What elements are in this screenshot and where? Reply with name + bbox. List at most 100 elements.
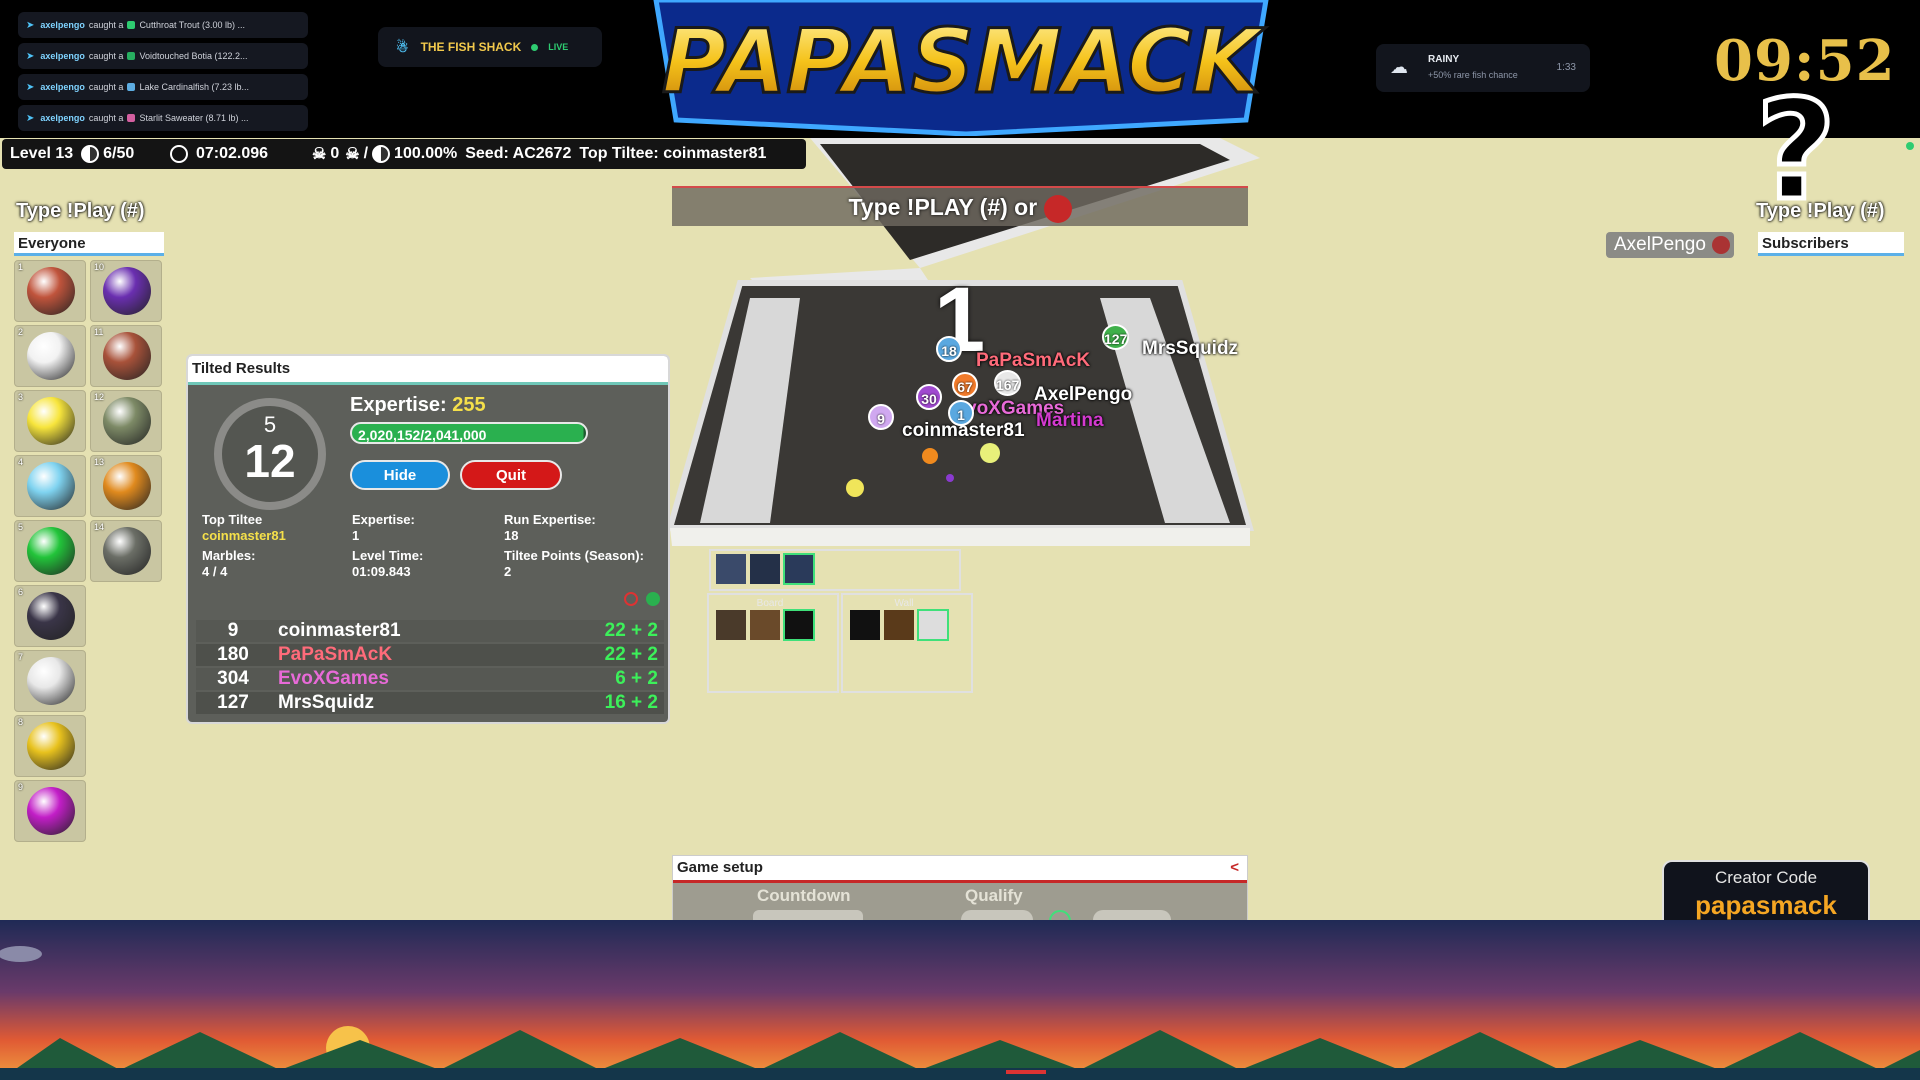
marble-slot: 12 [90, 390, 162, 452]
game-setup-title: Game setup [677, 859, 763, 876]
fish-icon: ➤ [26, 81, 35, 93]
survival-percent: 100.00% [394, 145, 458, 162]
player-name-label: Martina [1036, 410, 1104, 431]
catch-fish: Starlit Saweater (8.71 lb) ... [139, 113, 249, 123]
seed-label: Seed: AC2672 [465, 145, 572, 162]
top-bar: ➤ axelpengo caught a Cutthroat Trout (3.00 … [0, 0, 1920, 138]
fish-icon: ➤ [26, 50, 35, 62]
expertise-progress-bar: 2,020,152/2,041,000 [350, 422, 588, 444]
stat-level-time: Level Time: 01:09.843 [352, 548, 423, 580]
marble-slot-number: 7 [18, 652, 24, 662]
tab-everyone[interactable]: Everyone [14, 232, 164, 256]
stat-tiltee-points: Tiltee Points (Season): 2 [504, 548, 644, 580]
expertise-header: Expertise: 255 [350, 394, 486, 417]
marble-slot: 7 [14, 650, 86, 712]
run-timer: 07:02.096 [196, 145, 269, 162]
marble-slot-number: 5 [18, 522, 24, 532]
leaderboard-row: 180 PaPaSmAcK 22 + 2 [196, 644, 664, 666]
marble-slot-number: 9 [18, 782, 24, 792]
info-icon[interactable] [646, 592, 661, 606]
skull-icon: ☠ [312, 146, 327, 163]
catch-feed-row: ➤ axelpengo caught a Starlit Saweater (8.71… [18, 105, 308, 131]
game-setup-header[interactable]: Game setup < [673, 856, 1247, 883]
catch-verb: caught a [88, 20, 124, 30]
stat-label: Level Time: [352, 548, 424, 563]
tab-subscribers[interactable]: Subscribers [1758, 232, 1904, 256]
type-play-banner: Type !PLAY (#) or [672, 186, 1248, 226]
fish-icon: ➤ [26, 112, 35, 124]
catch-user: axelpengo [40, 113, 85, 123]
results-icons [620, 592, 661, 611]
avatar [1711, 236, 1730, 254]
marble-skin-icon [27, 787, 75, 835]
stat-value: 01:09.843 [352, 564, 411, 579]
stat-run-expertise: Run Expertise: 18 [504, 512, 596, 544]
marble-skin-icon [103, 527, 151, 575]
death-count: 0 [330, 145, 340, 162]
status-dot-icon [1906, 142, 1914, 150]
leaderboard-number: 9 [227, 620, 239, 641]
type-play-banner-text: Type !PLAY (#) or [848, 194, 1038, 220]
leaderboard-number: 304 [217, 668, 249, 689]
catch-verb: caught a [88, 51, 124, 61]
fish-shack-title: THE FISH SHACK [420, 40, 522, 54]
leaderboard-number: 180 [217, 644, 249, 665]
marble-slot-number: 10 [94, 262, 105, 272]
leaderboard-score: 6 + 2 [615, 668, 658, 689]
collapse-toggle[interactable]: < [1230, 856, 1239, 880]
minus-icon[interactable] [624, 592, 638, 606]
stat-label: Run Expertise: [504, 512, 596, 527]
catch-user: axelpengo [40, 82, 85, 92]
stat-label: Marbles: [202, 548, 256, 563]
creator-code-value: papasmack [1695, 890, 1837, 920]
catch-feed-row: ➤ axelpengo caught a Voidtouched Botia (122… [18, 43, 308, 69]
marble-slot: 10 [90, 260, 162, 322]
marble-slot-number: 2 [18, 327, 24, 337]
catch-user: axelpengo [40, 20, 85, 30]
player-tag: AxelPengo [1606, 232, 1734, 258]
marble-skin-icon [103, 462, 151, 510]
game-setup-panel: Game setup < Countdown Qualify [672, 855, 1248, 925]
live-dot-icon [531, 43, 539, 51]
fish-shack-badge[interactable]: ☃ THE FISH SHACK LIVE [378, 27, 602, 67]
marble-slot: 14 [90, 520, 162, 582]
leaderboard-row: 304 EvoXGames 6 + 2 [196, 668, 664, 690]
type-play-hint-left: Type !Play (#) [16, 200, 145, 222]
marble-slot-number: 12 [94, 392, 105, 402]
marble-slot: 2 [14, 325, 86, 387]
marble-slot-number: 11 [94, 327, 104, 337]
svg-text:Wall: Wall [894, 598, 913, 609]
marble-slot-number: 14 [94, 522, 105, 532]
catch-fish: Voidtouched Botia (122.2... [139, 51, 248, 61]
leaderboard-score: 22 + 2 [604, 620, 658, 641]
stat-value: 2 [504, 564, 512, 579]
marble-slot-number: 1 [18, 262, 24, 272]
papasmack-logo: PAPASMACK [653, 0, 1269, 136]
marble-skin-icon [103, 267, 151, 315]
leaderboard-score: 22 + 2 [604, 644, 658, 665]
leaderboard-score: 16 + 2 [604, 692, 658, 713]
stat-value: coinmaster81 [202, 528, 286, 543]
svg-text:PAPASMACK: PAPASMACK [662, 10, 1266, 113]
stat-value: 18 [504, 528, 519, 543]
catch-feed-row: ➤ axelpengo caught a Cutthroat Trout (3.00 … [18, 12, 308, 38]
marble-skin-icon [27, 462, 75, 510]
clock-icon [170, 145, 188, 163]
expertise-progress-text: 2,020,152/2,041,000 [358, 427, 487, 443]
marble-skin-icon [27, 527, 75, 575]
fish-icon: ➤ [26, 19, 35, 31]
weather-title: RAINY [1428, 54, 1460, 65]
quit-button[interactable]: Quit [460, 460, 562, 490]
marble-skin-icon [27, 592, 75, 640]
player-name-label: MrsSquidz [1142, 338, 1239, 359]
hide-button[interactable]: Hide [350, 460, 450, 490]
fish-rarity-icon [127, 21, 136, 29]
results-title: Tilted Results [188, 356, 668, 385]
weather-timer: 1:33 [1556, 62, 1576, 73]
stat-top-tiltee: Top Tiltee coinmaster81 [202, 512, 286, 544]
marble-slot-number: 8 [18, 717, 24, 727]
qualify-label: Qualify [965, 886, 1023, 905]
stat-value: 1 [352, 528, 360, 543]
catch-fish: Lake Cardinalfish (7.23 lb... [139, 82, 249, 92]
marble-slot: 4 [14, 455, 86, 517]
